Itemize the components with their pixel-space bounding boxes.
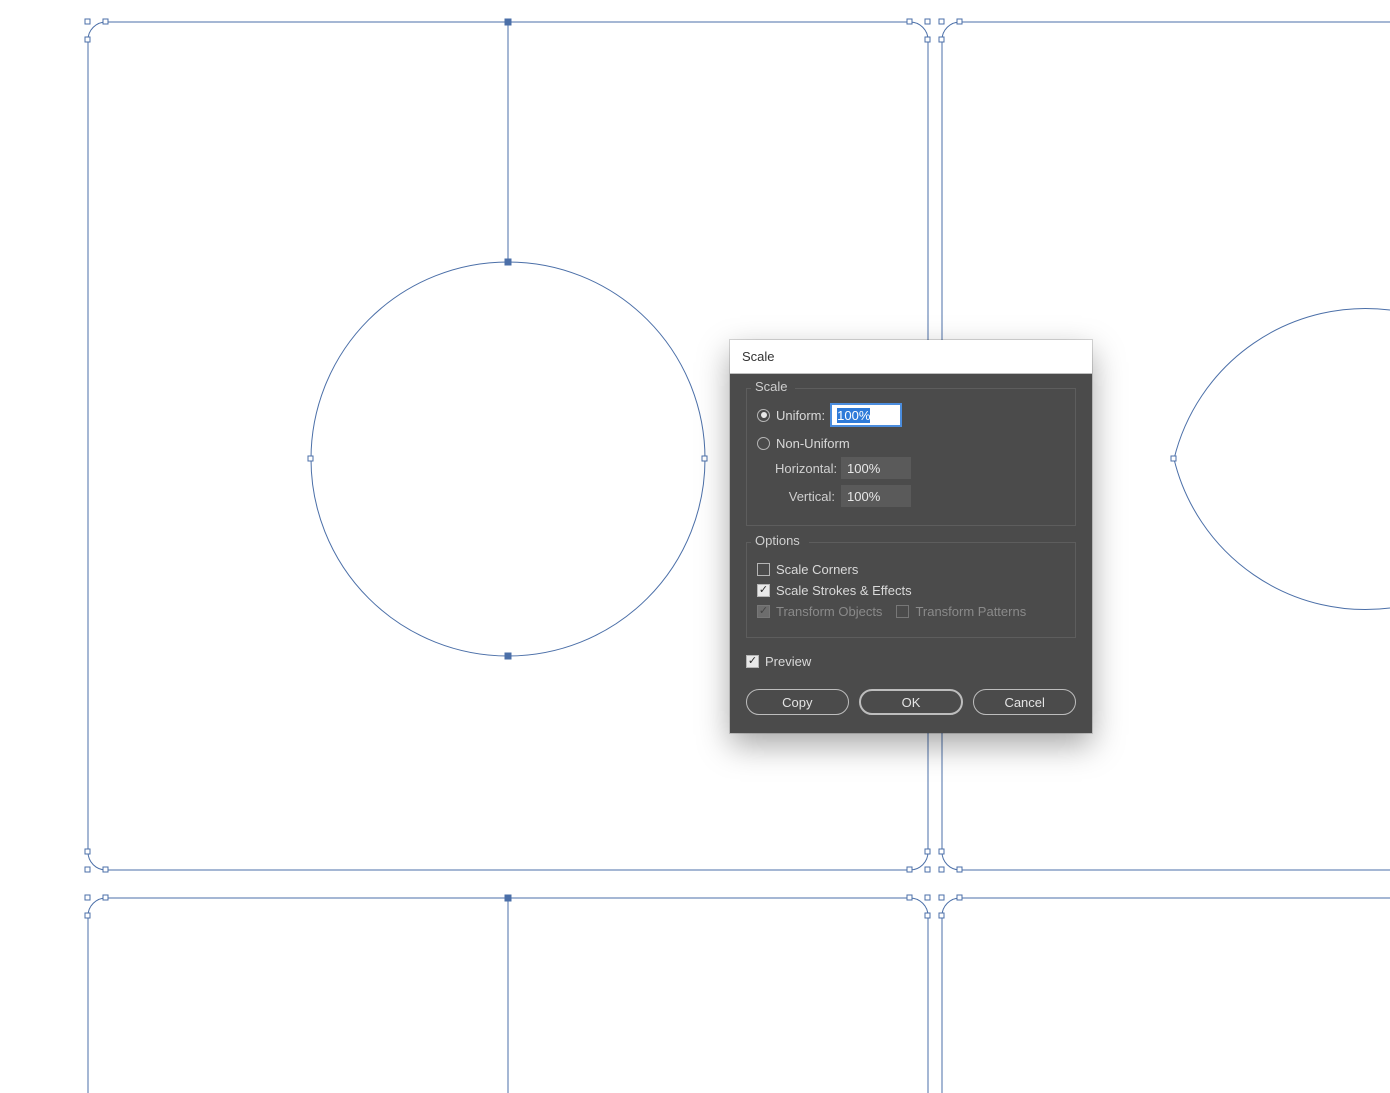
transform-objects-label: Transform Objects bbox=[776, 604, 882, 619]
scale-strokes-label[interactable]: Scale Strokes & Effects bbox=[776, 583, 912, 598]
cancel-button[interactable]: Cancel bbox=[973, 689, 1076, 715]
transform-patterns-label: Transform Patterns bbox=[915, 604, 1026, 619]
options-group: Options Scale Corners ✓ Scale Strokes & … bbox=[746, 542, 1076, 638]
preview-row: ✓ Preview bbox=[746, 654, 1076, 669]
transform-patterns-checkbox bbox=[896, 605, 909, 618]
uniform-radio[interactable] bbox=[757, 409, 770, 422]
nonuniform-label[interactable]: Non-Uniform bbox=[776, 436, 850, 451]
horizontal-input[interactable] bbox=[841, 457, 911, 479]
uniform-row: Uniform: bbox=[757, 404, 1065, 426]
scale-strokes-row: ✓ Scale Strokes & Effects bbox=[757, 583, 1065, 598]
nonuniform-radio[interactable] bbox=[757, 437, 770, 450]
scale-corners-checkbox[interactable] bbox=[757, 563, 770, 576]
scale-dialog: Scale Scale Uniform: Non-Uniform Horizon… bbox=[730, 340, 1092, 733]
preview-checkbox[interactable]: ✓ bbox=[746, 655, 759, 668]
scale-strokes-checkbox[interactable]: ✓ bbox=[757, 584, 770, 597]
dialog-body: Scale Uniform: Non-Uniform Horizontal: V… bbox=[730, 374, 1092, 733]
dialog-title: Scale bbox=[742, 349, 775, 364]
transform-row: ✓ Transform Objects Transform Patterns bbox=[757, 604, 1065, 619]
horizontal-label: Horizontal: bbox=[775, 461, 835, 476]
dialog-button-row: Copy OK Cancel bbox=[746, 683, 1076, 715]
dialog-titlebar[interactable]: Scale bbox=[730, 340, 1092, 374]
scale-group-legend: Scale bbox=[753, 379, 790, 394]
copy-button[interactable]: Copy bbox=[746, 689, 849, 715]
preview-label[interactable]: Preview bbox=[765, 654, 811, 669]
nonuniform-row: Non-Uniform bbox=[757, 436, 1065, 451]
transform-objects-checkbox: ✓ bbox=[757, 605, 770, 618]
vertical-label: Vertical: bbox=[775, 489, 835, 504]
vertical-row: Vertical: bbox=[757, 485, 1065, 507]
scale-corners-row: Scale Corners bbox=[757, 562, 1065, 577]
options-group-legend: Options bbox=[753, 533, 802, 548]
scale-corners-label[interactable]: Scale Corners bbox=[776, 562, 858, 577]
uniform-label[interactable]: Uniform: bbox=[776, 408, 825, 423]
uniform-input[interactable] bbox=[831, 404, 901, 426]
scale-group: Scale Uniform: Non-Uniform Horizontal: V… bbox=[746, 388, 1076, 526]
horizontal-row: Horizontal: bbox=[757, 457, 1065, 479]
ok-button[interactable]: OK bbox=[859, 689, 964, 715]
vertical-input[interactable] bbox=[841, 485, 911, 507]
illustrator-canvas[interactable] bbox=[0, 0, 1390, 1093]
